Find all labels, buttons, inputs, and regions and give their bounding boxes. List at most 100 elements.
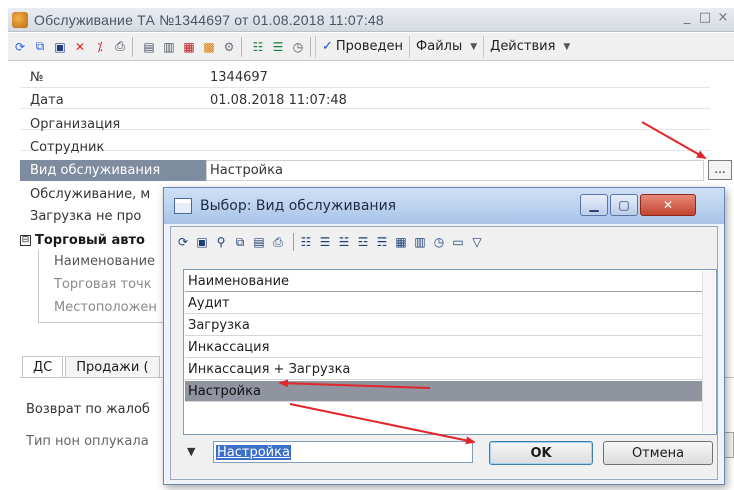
- section-item-outlet: Торговая точк: [54, 277, 152, 292]
- select-button[interactable]: ...: [708, 160, 732, 180]
- dialog-body: ⟳ ▣ ⚲ ⧉ ▤ ⎙ ☷ ☰ ☱ ☲ ☴ ▦ ▥ ◷ ▭ ▽ Наименов…: [170, 226, 718, 480]
- main-toolbar: ⟳ ⧉ ▣ ✕ ⁒ ⎙ ▤ ▥ ▦ ▩ ⚙ ☷ ☰ ◷ ✓ Проведен Ф…: [8, 33, 734, 61]
- item-list: Наименование Аудит Загрузка Инкассация И…: [183, 269, 717, 435]
- dialog-toolbar: ⟳ ▣ ⚲ ⧉ ▤ ⎙ ☷ ☰ ☱ ☲ ☴ ▦ ▥ ◷ ▭ ▽: [175, 231, 488, 253]
- tab-strip: ДС Продажи (: [22, 356, 162, 378]
- selection-dialog: Выбор: Вид обслуживания ▁ ▢ ✕ ⟳ ▣ ⚲ ⧉ ▤ …: [163, 187, 725, 485]
- list-item[interactable]: Инкассация + Загрузка: [185, 359, 703, 380]
- check-icon: ✓: [322, 39, 333, 54]
- print-icon[interactable]: ⎙: [270, 234, 286, 250]
- refresh-icon[interactable]: ⟳: [12, 39, 28, 55]
- field-label: Сотрудник: [30, 140, 105, 155]
- table-icon[interactable]: ▦: [393, 234, 409, 250]
- movements-icon[interactable]: ▦: [181, 39, 197, 55]
- posted-button[interactable]: ✓ Проведен: [315, 35, 409, 58]
- chevron-down-icon: ▼: [563, 41, 571, 52]
- hierarchy-icon[interactable]: ☷: [298, 234, 314, 250]
- date-value: 01.08.2018 11:07:48: [210, 93, 347, 108]
- filter-value[interactable]: Настройка: [216, 444, 291, 460]
- form-row-organization[interactable]: Организация: [20, 114, 710, 135]
- field-label: №: [30, 70, 44, 85]
- section-item-name: Наименование: [54, 254, 156, 269]
- list-item[interactable]: Загрузка: [185, 315, 703, 336]
- dialog-maximize-button[interactable]: ▢: [610, 194, 638, 216]
- report-icon[interactable]: ▩: [201, 39, 217, 55]
- field-label: Обслуживание, м: [30, 187, 151, 202]
- form-row-service-minutes: Обслуживание, м: [20, 184, 180, 205]
- columns-icon[interactable]: ☲: [355, 234, 371, 250]
- filter-input[interactable]: Настройка: [213, 441, 473, 463]
- posted-label: Проведен: [335, 39, 404, 54]
- history-icon[interactable]: ◷: [431, 234, 447, 250]
- window-icon[interactable]: ▭: [450, 234, 466, 250]
- complaint-return-label: Возврат по жалоб: [26, 402, 150, 417]
- form-row-number: № 1344697: [20, 67, 710, 88]
- actions-menu-button[interactable]: Действия ▼: [483, 35, 576, 58]
- sort-icon[interactable]: ☴: [374, 234, 390, 250]
- form-row-employee[interactable]: Сотрудник: [20, 137, 710, 158]
- form-row-date: Дата 01.08.2018 11:07:48: [20, 90, 710, 111]
- document-icon[interactable]: ▤: [141, 39, 157, 55]
- filter-icon: ▼: [187, 445, 196, 458]
- vending-section-header[interactable]: ⊟ Торговый авто: [20, 230, 180, 250]
- history-icon[interactable]: ◷: [290, 39, 306, 55]
- list-icon[interactable]: ☱: [336, 234, 352, 250]
- save-icon[interactable]: ▣: [194, 234, 210, 250]
- window-title: Обслуживание ТА №1344697 от 01.08.2018 1…: [34, 11, 384, 28]
- cancel-button[interactable]: Отмена: [603, 441, 713, 465]
- list-item[interactable]: Инкассация: [185, 337, 703, 358]
- dialog-titlebar: Выбор: Вид обслуживания ▁ ▢ ✕: [164, 188, 724, 224]
- minimize-button[interactable]: _: [680, 10, 694, 25]
- list-item-selected[interactable]: Настройка: [185, 381, 703, 402]
- search-icon[interactable]: ⚲: [213, 234, 229, 250]
- settings-gear-icon[interactable]: ⚙: [221, 39, 237, 55]
- filter-icon[interactable]: ▽: [469, 234, 485, 250]
- save-icon[interactable]: ▣: [52, 39, 68, 55]
- service-type-value[interactable]: Настройка: [210, 163, 283, 178]
- actions-label: Действия: [490, 39, 556, 54]
- app-icon: [12, 11, 28, 28]
- section-border: [38, 322, 168, 323]
- window-icon: [174, 198, 192, 214]
- dialog-title: Выбор: Вид обслуживания: [200, 198, 397, 214]
- hierarchy-icon[interactable]: ☷: [250, 39, 266, 55]
- tab-sales[interactable]: Продажи (: [65, 356, 160, 378]
- form-row-loading: Загрузка не про: [20, 206, 180, 227]
- payment-type-label: Тип нон оплукала: [26, 434, 149, 449]
- copy-icon[interactable]: ⧉: [232, 234, 248, 250]
- section-title: Торговый авто: [35, 232, 145, 248]
- tab-ds[interactable]: ДС: [22, 356, 64, 378]
- list-header[interactable]: Наименование: [185, 271, 703, 292]
- toolbar-separator: [132, 36, 133, 57]
- chevron-down-icon: ▼: [470, 41, 478, 52]
- delete-icon[interactable]: ✕: [72, 39, 88, 55]
- structure-icon[interactable]: ▥: [161, 39, 177, 55]
- close-button[interactable]: ×: [716, 10, 730, 25]
- unpost-icon[interactable]: ⁒: [92, 39, 108, 55]
- field-label: Вид обслуживания: [30, 163, 161, 178]
- files-menu-button[interactable]: Файлы ▼: [409, 35, 483, 58]
- form-row-service-type[interactable]: Вид обслуживания Настройка: [20, 160, 710, 181]
- vertical-scrollbar[interactable]: [702, 271, 715, 433]
- edit-icon[interactable]: ▤: [251, 234, 267, 250]
- maximize-button[interactable]: □: [698, 10, 712, 25]
- section-item-location: Местоположен: [54, 300, 157, 315]
- refresh-icon[interactable]: ⟳: [175, 234, 191, 250]
- dialog-close-button[interactable]: ✕: [640, 194, 696, 216]
- toolbar-separator: [241, 36, 242, 57]
- structure-icon[interactable]: ▥: [412, 234, 428, 250]
- print-icon[interactable]: ⎙: [112, 39, 128, 55]
- collapse-icon[interactable]: ⊟: [20, 234, 31, 246]
- field-label: Организация: [30, 117, 121, 132]
- files-label: Файлы: [416, 39, 463, 54]
- toolbar-separator: [310, 36, 311, 57]
- ok-button[interactable]: OK: [489, 441, 593, 465]
- copy-icon[interactable]: ⧉: [32, 39, 48, 55]
- tree-icon[interactable]: ☰: [317, 234, 333, 250]
- tree-icon[interactable]: ☰: [270, 39, 286, 55]
- window-controls: _ □ ×: [680, 10, 730, 25]
- toolbar-separator: [293, 233, 294, 251]
- list-item[interactable]: Аудит: [185, 293, 703, 314]
- dialog-minimize-button[interactable]: ▁: [580, 194, 608, 216]
- field-label: Загрузка не про: [30, 209, 142, 224]
